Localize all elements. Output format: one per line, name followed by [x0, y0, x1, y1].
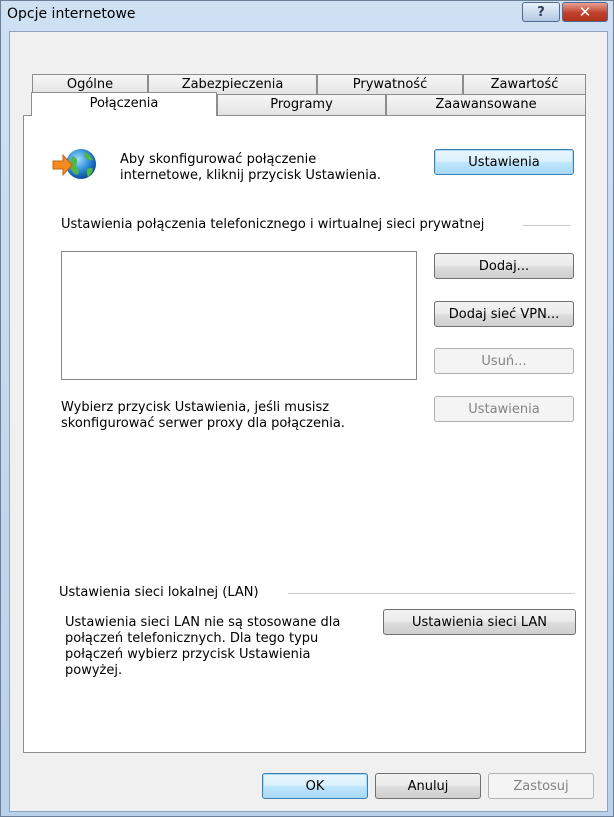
network-globe-icon [51, 147, 101, 183]
cancel-button[interactable]: Anuluj [375, 773, 481, 799]
dialup-connections-list[interactable] [61, 251, 417, 380]
lan-info-line2: połączeń telefonicznych. Dla tego typu [65, 631, 319, 646]
apply-button[interactable]: Zastosuj [488, 773, 594, 799]
tab-programy[interactable]: Programy [217, 94, 386, 115]
tab-prywatnosc[interactable]: Prywatność [317, 74, 463, 95]
dialup-settings-button[interactable]: Ustawienia [434, 396, 574, 422]
lan-group-label: Ustawienia sieci lokalnej (LAN) [59, 585, 259, 600]
lan-settings-button[interactable]: Ustawienia sieci LAN [383, 609, 576, 635]
remove-button[interactable]: Usuń... [434, 348, 574, 374]
add-button[interactable]: Dodaj... [434, 253, 574, 279]
setup-instruction-line1: Aby skonfigurować połączenie [120, 152, 317, 167]
help-button[interactable]: ? [522, 2, 560, 22]
help-icon: ? [537, 4, 545, 20]
tab-zawartosc[interactable]: Zawartość [463, 74, 586, 95]
ok-button[interactable]: OK [262, 773, 368, 799]
close-button[interactable]: ✕ [562, 2, 608, 22]
internet-options-dialog: Opcje internetowe ? ✕ Ogólne Zabezpiecze… [0, 0, 614, 817]
setup-settings-button[interactable]: Ustawienia [434, 149, 574, 175]
lan-info-line3: połączeń wybierz przycisk Ustawienia [65, 647, 311, 662]
lan-info-line4: powyżej. [65, 663, 123, 678]
add-vpn-button[interactable]: Dodaj sieć VPN... [434, 301, 574, 327]
tab-polaczenia[interactable]: Połączenia [31, 92, 217, 116]
close-icon: ✕ [578, 3, 592, 21]
window-title: Opcje internetowe [7, 6, 136, 22]
proxy-instruction-line1: Wybierz przycisk Ustawienia, jeśli musis… [61, 400, 330, 415]
tab-zaawansowane[interactable]: Zaawansowane [386, 94, 586, 115]
lan-group-divider [288, 593, 575, 594]
dialup-group-divider [523, 225, 571, 226]
proxy-instruction-line2: skonfigurować serwer proxy dla połączeni… [61, 416, 345, 431]
lan-info-line1: Ustawienia sieci LAN nie są stosowane dl… [65, 615, 341, 630]
setup-instruction-line2: internetowe, kliknij przycisk Ustawienia… [120, 168, 381, 183]
dialup-group-label: Ustawienia połączenia telefonicznego i w… [61, 217, 485, 232]
title-bar[interactable]: Opcje internetowe ? ✕ [1, 1, 613, 29]
